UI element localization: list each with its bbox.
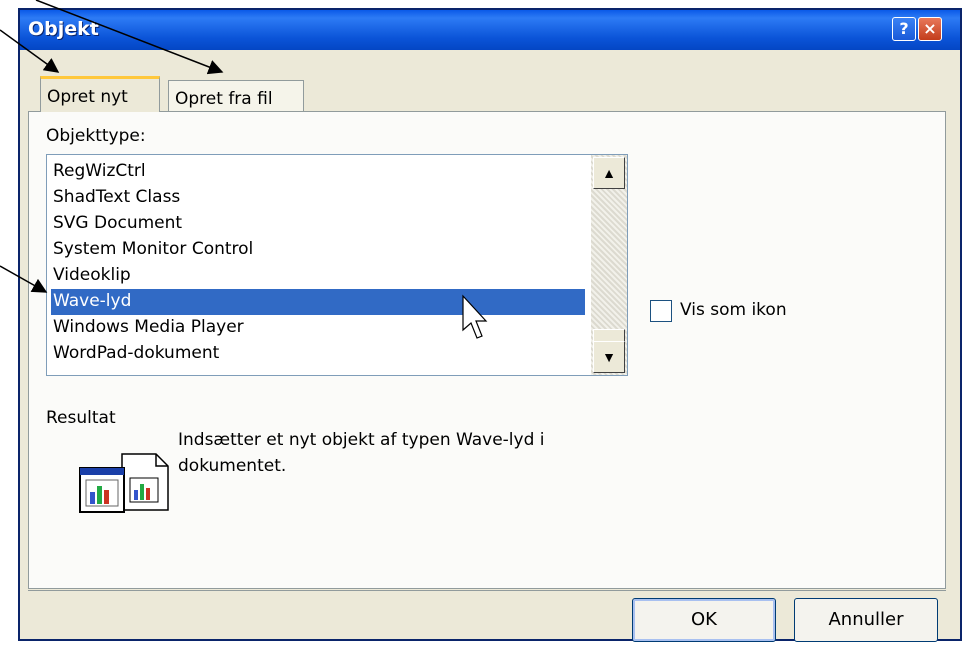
list-item-selected[interactable]: Wave-lyd (51, 289, 585, 315)
result-description-line1: Indsætter et nyt objekt af typen Wave-ly… (178, 430, 545, 450)
list-item[interactable]: SVG Document (51, 211, 182, 237)
list-item[interactable]: Videoklip (51, 263, 131, 289)
list-scrollbar[interactable]: ▲ ▼ (591, 155, 627, 375)
scroll-down-button[interactable]: ▼ (593, 341, 625, 373)
close-button[interactable]: × (918, 17, 942, 41)
footer-divider (28, 590, 946, 591)
title-bar[interactable]: Objekt ? × (20, 10, 960, 50)
list-item[interactable]: WordPad-dokument (51, 341, 219, 367)
tab-label: Opret nyt (47, 87, 128, 107)
result-label: Resultat (46, 408, 116, 428)
list-item[interactable]: System Monitor Control (51, 237, 253, 263)
ok-button[interactable]: OK (632, 598, 776, 642)
display-as-icon-label[interactable]: Vis som ikon (680, 300, 787, 320)
window-title: Objekt (28, 18, 99, 40)
display-as-icon-checkbox[interactable] (650, 300, 672, 322)
dialog-window: Objekt ? × Opret nyt Opret fra fil Objek… (18, 8, 962, 642)
help-button[interactable]: ? (892, 17, 916, 41)
tab-opret-nyt[interactable]: Opret nyt (40, 76, 160, 112)
embedded-object-icon (79, 453, 169, 513)
result-description-line2: dokumentet. (178, 456, 287, 476)
object-type-list[interactable]: RegWizCtrl ShadText Class SVG Document S… (46, 154, 628, 376)
tab-opret-fra-fil[interactable]: Opret fra fil (168, 80, 304, 112)
cancel-button[interactable]: Annuller (794, 598, 938, 642)
list-item[interactable]: Windows Media Player (51, 315, 244, 341)
scroll-up-button[interactable]: ▲ (593, 157, 625, 189)
list-item[interactable]: ShadText Class (51, 185, 180, 211)
object-type-label: Objekttype: (46, 126, 146, 146)
list-item[interactable]: RegWizCtrl (51, 159, 146, 185)
tab-label: Opret fra fil (175, 89, 273, 109)
